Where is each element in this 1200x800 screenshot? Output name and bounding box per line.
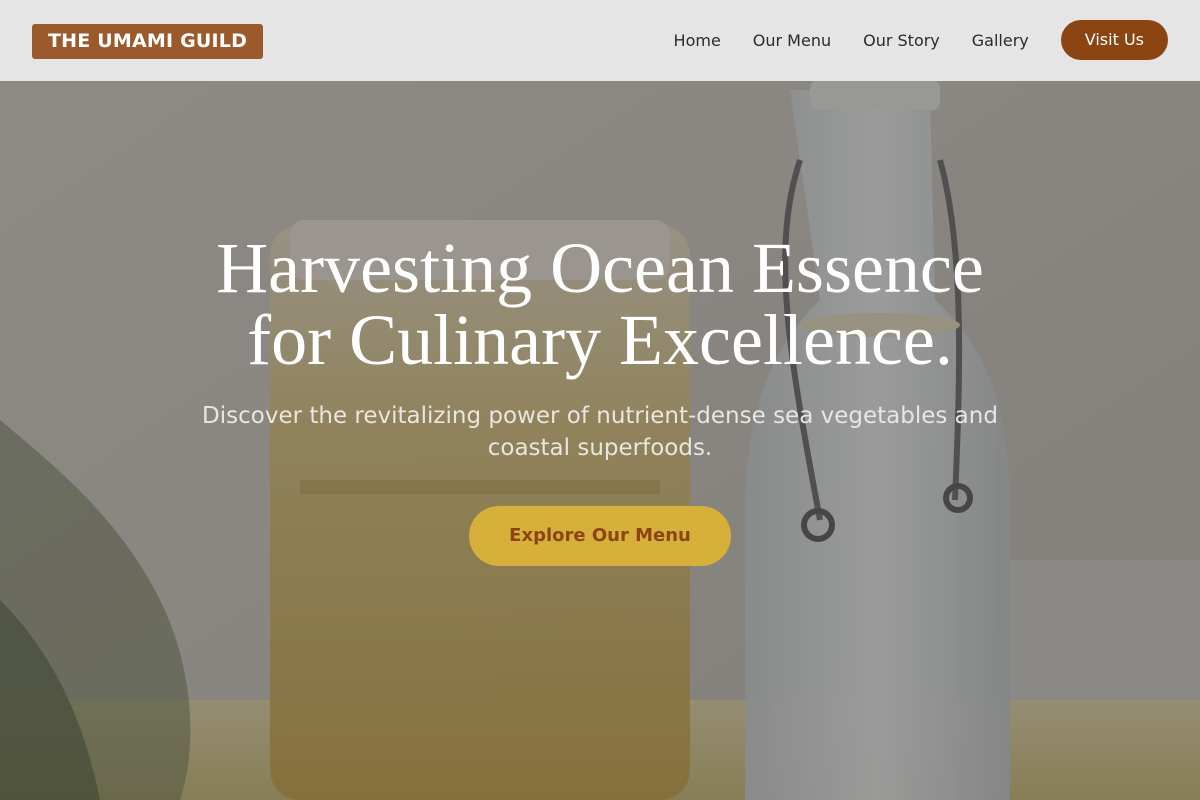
hero-title-line-2: for Culinary Excellence. xyxy=(247,300,953,380)
site-header: THE UMAMI GUILD Home Our Menu Our Story … xyxy=(0,0,1200,81)
nav-link-home[interactable]: Home xyxy=(674,31,721,50)
nav-link-our-story[interactable]: Our Story xyxy=(863,31,940,50)
hero-section: Harvesting Ocean Essence for Culinary Ex… xyxy=(100,232,1100,566)
nav-link-our-menu[interactable]: Our Menu xyxy=(753,31,831,50)
visit-us-button[interactable]: Visit Us xyxy=(1060,20,1168,60)
explore-menu-button[interactable]: Explore Our Menu xyxy=(469,506,731,566)
hero-title-line-1: Harvesting Ocean Essence xyxy=(216,228,984,308)
main-nav: Home Our Menu Our Story Gallery Visit Us xyxy=(674,20,1168,60)
hero-title: Harvesting Ocean Essence for Culinary Ex… xyxy=(100,232,1100,376)
landing-page: THE UMAMI GUILD Home Our Menu Our Story … xyxy=(0,0,1200,800)
site-logo[interactable]: THE UMAMI GUILD xyxy=(32,24,264,59)
nav-link-gallery[interactable]: Gallery xyxy=(972,31,1029,50)
hero-subtitle: Discover the revitalizing power of nutri… xyxy=(202,403,998,461)
